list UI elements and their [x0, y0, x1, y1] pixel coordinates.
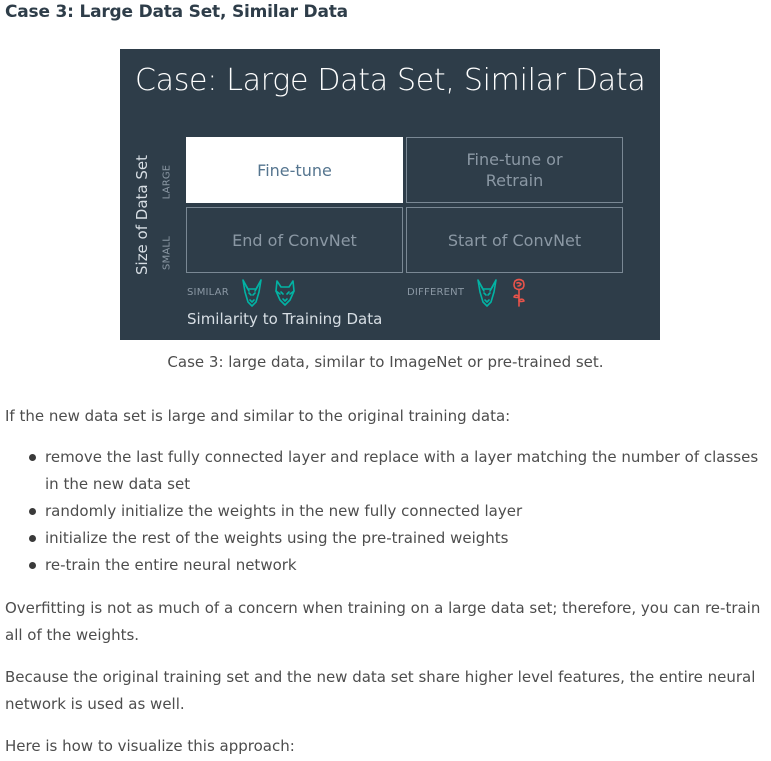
cell-start-of-convnet: Start of ConvNet	[406, 207, 623, 273]
visualize-paragraph: Here is how to visualize this approach:	[5, 737, 295, 755]
list-item-text: re-train the entire neural network	[45, 556, 297, 574]
x-tick-similar: SIMILAR	[187, 287, 229, 298]
cell-end-of-convnet: End of ConvNet	[186, 207, 403, 273]
x-tick-different: DIFFERENT	[407, 287, 465, 298]
intro-paragraph: If the new data set is large and similar…	[5, 407, 511, 425]
y-tick-large-text: LARGE	[161, 164, 173, 200]
wolf-icon	[275, 280, 295, 306]
list-item: remove the last fully connected layer an…	[25, 444, 765, 498]
list-item-text: randomly initialize the weights in the n…	[45, 502, 523, 520]
y-tick-small-text: SMALL	[161, 236, 173, 270]
cell-fine-tune-or-retrain: Fine-tune or Retrain	[406, 137, 623, 203]
y-axis-label-text: Size of Data Set	[133, 155, 151, 275]
cell-fine-tune-or-retrain-label: Fine-tune or Retrain	[466, 150, 563, 190]
list-item-text: initialize the rest of the weights using…	[45, 529, 509, 547]
figure-caption: Case 3: large data, similar to ImageNet …	[167, 353, 604, 371]
features-paragraph: Because the original training set and th…	[5, 668, 756, 713]
list-item: initialize the rest of the weights using…	[25, 525, 765, 552]
case-diagram-figure: Case: Large Data Set, Similar Data Size …	[120, 49, 660, 340]
bullet-dot	[29, 562, 36, 569]
cell-fine-tune: Fine-tune	[186, 137, 403, 203]
x-axis-label: Similarity to Training Data	[187, 310, 383, 328]
cell-fine-tune-label: Fine-tune	[257, 160, 332, 180]
rose-icon	[513, 278, 525, 307]
cell-start-of-convnet-label: Start of ConvNet	[447, 230, 582, 250]
list-item-text: remove the last fully connected layer an…	[45, 448, 759, 493]
list-item: re-train the entire neural network	[25, 552, 765, 579]
dog-icon-different	[477, 279, 497, 307]
steps-list: remove the last fully connected layer an…	[25, 444, 765, 579]
section-heading: Case 3: Large Data Set, Similar Data	[5, 2, 348, 22]
bullet-dot	[29, 454, 36, 461]
overfitting-paragraph: Overfitting is not as much of a concern …	[5, 599, 761, 644]
cell-end-of-convnet-label: End of ConvNet	[232, 230, 357, 250]
dog-icon	[242, 279, 262, 307]
figure-title: Case: Large Data Set, Similar Data	[135, 63, 646, 98]
bullet-dot	[29, 508, 36, 515]
bullet-dot	[29, 535, 36, 542]
list-item: randomly initialize the weights in the n…	[25, 498, 765, 525]
